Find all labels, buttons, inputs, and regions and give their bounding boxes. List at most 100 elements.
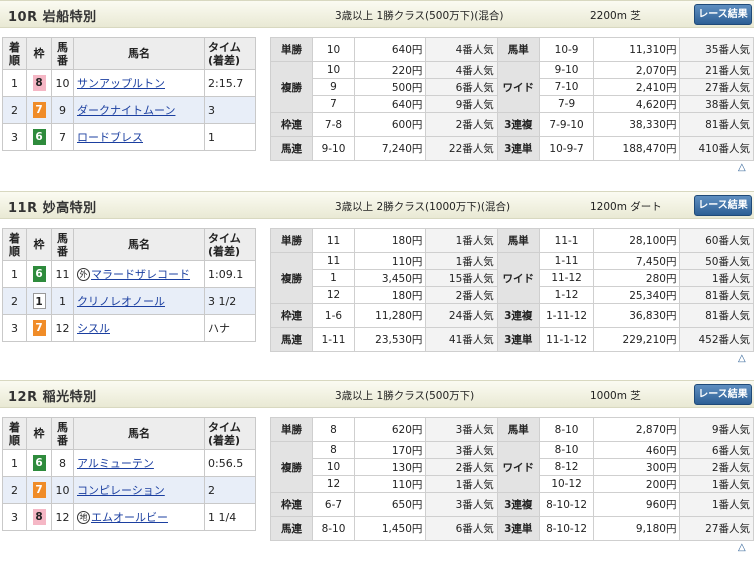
combination: 6-7	[312, 492, 355, 517]
horse-name-link[interactable]: エムオールビー	[91, 511, 168, 524]
race-header: 11R 妙高特別 3歳以上 2勝クラス(1000万下)(混合) 1200m ダート レ…	[0, 191, 754, 219]
horse-name-link[interactable]: マラードザレコード	[91, 268, 190, 281]
bet-type-umatan: 馬単	[496, 37, 540, 62]
payout-amount: 2,410円	[593, 78, 681, 96]
combination: 7-9-10	[538, 112, 595, 137]
horse-name-cell: 外マラードザレコード	[73, 260, 205, 288]
popularity: 15番人気	[425, 269, 498, 287]
bet-type-tansho: 単勝	[270, 417, 313, 442]
finish-time: 3 1/2	[204, 287, 256, 315]
bet-type-tansho: 単勝	[270, 228, 313, 253]
header-name: 馬名	[73, 37, 205, 70]
payout-row: 複勝 10 220円 4番人気 ワイド 9-10 2,070円 21番人気	[270, 61, 754, 113]
header-rank: 着順	[2, 37, 27, 70]
page-top-triangle-icon[interactable]: △	[738, 542, 750, 554]
popularity: 1番人気	[679, 492, 754, 517]
finish-rank: 1	[2, 449, 27, 477]
payout-amount: 188,470円	[593, 136, 681, 161]
payout-row: 単勝 8 620円 3番人気 馬単 8-10 2,870円 9番人気	[270, 417, 754, 442]
popularity: 2番人気	[425, 112, 498, 137]
waku-cell: 7	[26, 476, 52, 504]
finishers-header-row: 着順枠馬番 馬名 タイム(着差)	[2, 228, 256, 261]
race-title: 11R 妙高特別	[8, 201, 97, 216]
bet-type-sanrentan: 3連単	[496, 136, 540, 161]
header-name: 馬名	[73, 228, 205, 261]
race-section: 10R 岩船特別 3歳以上 1勝クラス(500万下)(混合) 2200m 芝 レース結…	[0, 0, 754, 190]
finish-rank: 3	[2, 123, 27, 151]
popularity: 2番人気	[679, 458, 754, 476]
race-result-button[interactable]: レース結果	[694, 4, 752, 25]
popularity: 27番人気	[679, 78, 754, 96]
payout-amount: 11,280円	[353, 303, 427, 328]
popularity: 3番人気	[425, 492, 498, 517]
combination: 1-11	[312, 327, 355, 352]
bet-type-sanrentan: 3連単	[496, 327, 540, 352]
popularity: 1番人気	[425, 228, 498, 253]
payout-amount: 25,340円	[593, 286, 681, 304]
race-conditions: 3歳以上 2勝クラス(1000万下)(混合)	[335, 201, 511, 213]
race-distance: 2200m 芝	[590, 10, 641, 22]
horse-name-link[interactable]: コンピレーション	[77, 484, 165, 497]
page-top-triangle-icon[interactable]: △	[738, 162, 750, 174]
combination: 11-12	[538, 269, 595, 287]
finisher-row: 1 8 10 サンアップルトン 2:15.7	[2, 69, 256, 97]
combination: 7-9	[538, 95, 595, 113]
payout-row: 単勝 11 180円 1番人気 馬単 11-1 28,100円 60番人気	[270, 228, 754, 253]
combination: 10	[312, 61, 355, 79]
payout-amount: 300円	[593, 458, 681, 476]
finish-time: 2	[204, 476, 256, 504]
combination: 10-9-7	[538, 136, 595, 161]
popularity: 81番人気	[679, 112, 754, 137]
bet-type-umatan: 馬単	[496, 228, 540, 253]
popularity: 6番人気	[425, 78, 498, 96]
finish-time: 3	[204, 96, 256, 124]
payout-row: 複勝 11 110円 1番人気 ワイド 1-11 7,450円 50番人気	[270, 252, 754, 304]
payout-row: 枠連 6-7 650円 3番人気 3連複 8-10-12 960円 1番人気	[270, 492, 754, 517]
waku-cell: 8	[26, 69, 52, 97]
horse-number: 11	[51, 260, 74, 288]
waku-badge: 7	[32, 102, 46, 118]
horse-name-link[interactable]: アルミューテン	[77, 457, 154, 470]
header-rank: 着順	[2, 228, 27, 261]
finish-time: 0:56.5	[204, 449, 256, 477]
combination: 1-11	[538, 252, 595, 270]
page-top-triangle-icon[interactable]: △	[738, 353, 750, 365]
bet-type-wide: ワイド	[496, 441, 540, 493]
popularity: 1番人気	[425, 252, 498, 270]
finish-rank: 1	[2, 260, 27, 288]
finish-time: ハナ	[204, 314, 256, 342]
horse-name-link[interactable]: クリノレオノール	[77, 295, 165, 308]
bet-type-sanrenpuku: 3連複	[496, 303, 540, 328]
combination: 1-12	[538, 286, 595, 304]
payout-amount: 640円	[353, 95, 427, 113]
payout-row: 単勝 10 640円 4番人気 馬単 10-9 11,310円 35番人気	[270, 37, 754, 62]
payout-amount: 500円	[353, 78, 427, 96]
finish-rank: 2	[2, 287, 27, 315]
payout-amount: 4,620円	[593, 95, 681, 113]
horse-number: 12	[51, 503, 74, 531]
header-time: タイム(着差)	[204, 228, 256, 261]
popularity: 2番人気	[425, 458, 498, 476]
finishers-header-row: 着順枠馬番 馬名 タイム(着差)	[2, 37, 256, 70]
horse-name-cell: コンピレーション	[73, 476, 205, 504]
horse-number: 10	[51, 476, 74, 504]
payout-amount: 220円	[353, 61, 427, 79]
horse-number: 10	[51, 69, 74, 97]
race-distance: 1000m 芝	[590, 390, 641, 402]
popularity: 452番人気	[679, 327, 754, 352]
horse-name-cell: ダークナイトムーン	[73, 96, 205, 124]
horse-number: 8	[51, 449, 74, 477]
waku-cell: 8	[26, 503, 52, 531]
payout-amount: 200円	[593, 475, 681, 493]
payout-amount: 36,830円	[593, 303, 681, 328]
horse-name-link[interactable]: シスル	[77, 322, 110, 335]
combination: 9	[312, 78, 355, 96]
horse-name-link[interactable]: ダークナイトムーン	[77, 104, 175, 117]
finishers-table: 着順枠馬番 馬名 タイム(着差) 1 6 8 アルミューテン 0:56.5 2 7 10 コンピレーシ…	[2, 417, 256, 531]
horse-name-link[interactable]: ロードブレス	[77, 131, 143, 144]
race-result-button[interactable]: レース結果	[694, 195, 752, 216]
race-result-button[interactable]: レース結果	[694, 384, 752, 405]
horse-name-link[interactable]: サンアップルトン	[77, 77, 165, 90]
popularity: 4番人気	[425, 37, 498, 62]
finish-rank: 2	[2, 96, 27, 124]
